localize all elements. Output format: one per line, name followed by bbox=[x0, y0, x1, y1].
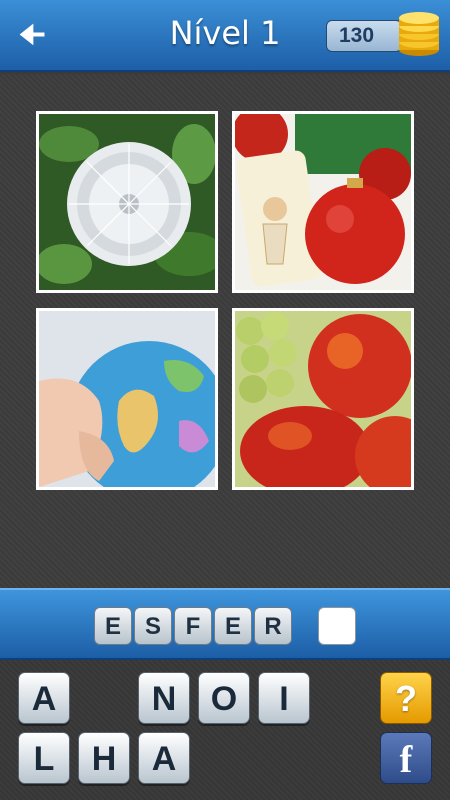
coin-stack-icon bbox=[399, 12, 439, 56]
letter-key-3[interactable]: N bbox=[138, 672, 190, 724]
facebook-button[interactable]: f bbox=[380, 732, 432, 784]
hint-button[interactable]: ? bbox=[380, 672, 432, 724]
letter-key-7[interactable]: H bbox=[78, 732, 130, 784]
picture-christmas[interactable] bbox=[232, 111, 414, 293]
letter-key-5[interactable]: I bbox=[258, 672, 310, 724]
picture-globe[interactable] bbox=[36, 308, 218, 490]
letter-key-8[interactable]: A bbox=[138, 732, 190, 784]
globe-image bbox=[39, 311, 215, 487]
letter-key-6[interactable]: L bbox=[18, 732, 70, 784]
answer-slot-2[interactable]: S bbox=[134, 607, 172, 645]
dandelion-image bbox=[39, 114, 215, 290]
top-bar: 🠈 Nível 1 130 bbox=[0, 0, 450, 72]
picture-fruit[interactable] bbox=[232, 308, 414, 490]
letter-key-4[interactable]: O bbox=[198, 672, 250, 724]
answer-slot-4[interactable]: E bbox=[214, 607, 252, 645]
coin-counter: 130 bbox=[326, 20, 402, 52]
picture-dandelion[interactable] bbox=[36, 111, 218, 293]
answer-slot-6-empty[interactable] bbox=[318, 607, 356, 645]
answer-slot-3[interactable]: F bbox=[174, 607, 212, 645]
letter-key-1[interactable]: A bbox=[18, 672, 70, 724]
fruit-image bbox=[235, 311, 411, 487]
christmas-image bbox=[235, 114, 411, 290]
answer-slot-5[interactable]: R bbox=[254, 607, 292, 645]
answer-bar: E S F E R bbox=[0, 588, 450, 660]
answer-slot-1[interactable]: E bbox=[94, 607, 132, 645]
